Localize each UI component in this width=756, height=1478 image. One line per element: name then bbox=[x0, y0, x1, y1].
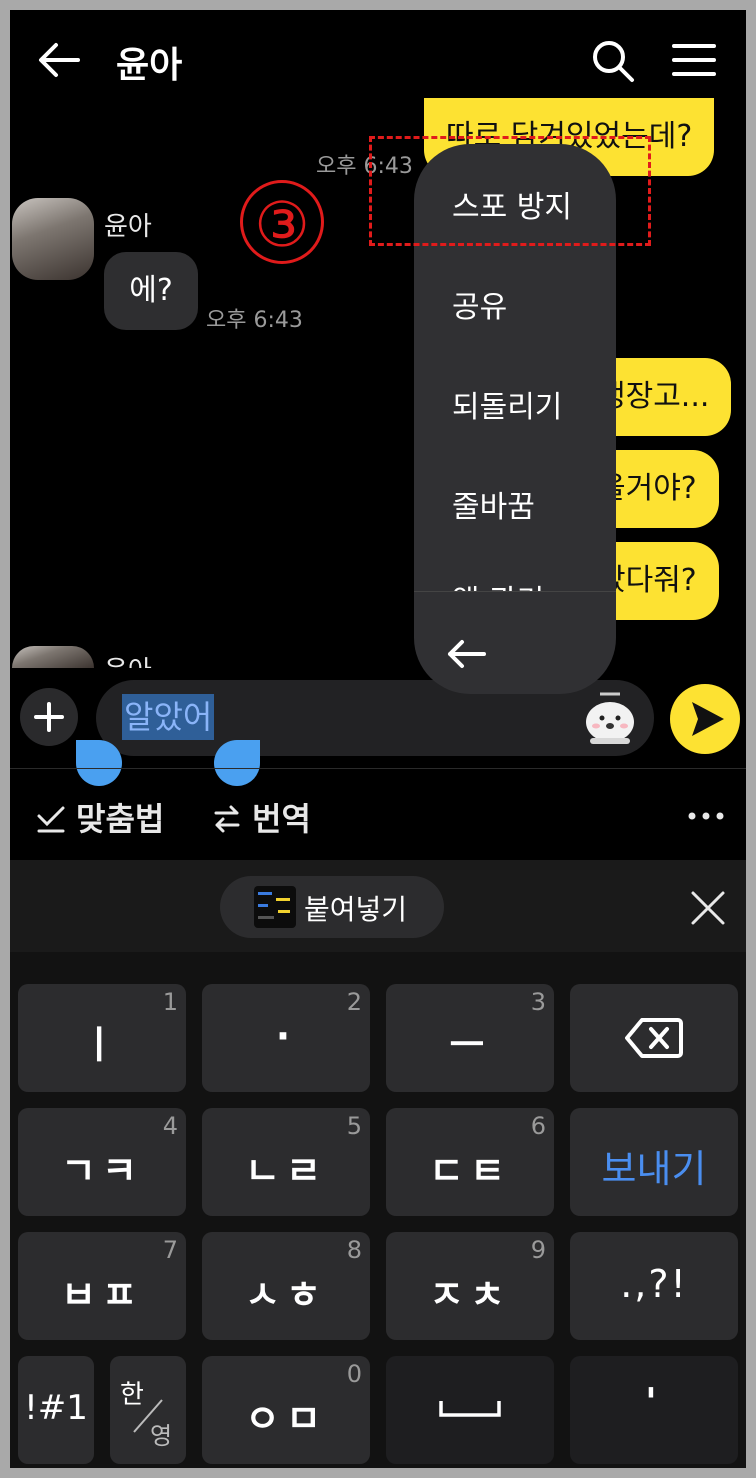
selection-handle-end[interactable] bbox=[214, 740, 260, 786]
selection-handle-start[interactable] bbox=[76, 740, 122, 786]
key-apostrophe[interactable]: ' bbox=[570, 1356, 738, 1464]
step-number-annotation: ③ bbox=[240, 180, 324, 264]
keyboard: 붙여넣기 1 ㅣ 2 · 3 ㅡ 4 ㄱㅋ 5 ㄴㄹ 6 ㄷㅌ 보내기 7 ㅂㅍ… bbox=[10, 860, 746, 1468]
clipboard-bar: 붙여넣기 bbox=[10, 860, 746, 952]
key-language-toggle[interactable]: 한 영 bbox=[110, 1356, 186, 1464]
attach-button[interactable] bbox=[20, 688, 78, 746]
paste-button[interactable]: 붙여넣기 bbox=[220, 876, 444, 938]
message-input-value[interactable]: 알았어 bbox=[122, 694, 215, 740]
emoticon-icon[interactable] bbox=[580, 686, 640, 748]
backspace-icon bbox=[625, 1018, 683, 1058]
sender-name: 윤아 bbox=[104, 212, 152, 242]
chat-screen: 윤아 따로 담겨있었는데? 오후 6:43 윤아 에? 오후 6:43 냉장고.… bbox=[10, 10, 746, 1468]
key-send[interactable]: 보내기 bbox=[570, 1108, 738, 1216]
key-symbols[interactable]: !#1 bbox=[18, 1356, 94, 1464]
avatar[interactable] bbox=[12, 646, 94, 668]
arrow-left-icon[interactable] bbox=[444, 634, 488, 674]
highlight-box-annotation bbox=[369, 136, 651, 246]
key-vowel-dot[interactable]: 2 · bbox=[202, 984, 370, 1092]
menu-divider bbox=[414, 591, 616, 592]
key-ieung-mieum[interactable]: 0 ㅇㅁ bbox=[202, 1356, 370, 1464]
arrow-left-icon[interactable] bbox=[36, 40, 82, 80]
plus-icon bbox=[34, 702, 64, 732]
sender-name: 윤아 bbox=[104, 650, 152, 668]
menu-item-app-settings[interactable]: 앱 관리 bbox=[452, 576, 544, 592]
send-icon bbox=[692, 702, 724, 736]
chat-header: 윤아 bbox=[10, 10, 746, 110]
search-icon[interactable] bbox=[590, 38, 636, 84]
key-siot-hieut[interactable]: 8 ㅅㅎ bbox=[202, 1232, 370, 1340]
key-giyeok-kieuk[interactable]: 4 ㄱㅋ bbox=[18, 1108, 186, 1216]
avatar[interactable] bbox=[12, 198, 94, 280]
menu-item-share[interactable]: 공유 bbox=[452, 282, 507, 326]
close-icon[interactable] bbox=[690, 890, 726, 926]
key-digeut-tieut[interactable]: 6 ㄷㅌ bbox=[386, 1108, 554, 1216]
message-time: 오후 6:43 bbox=[206, 308, 303, 333]
key-jieut-chieut[interactable]: 9 ㅈㅊ bbox=[386, 1232, 554, 1340]
paste-label: 붙여넣기 bbox=[304, 893, 408, 926]
key-backspace[interactable] bbox=[570, 984, 738, 1092]
translate-button[interactable]: 번역 bbox=[212, 794, 311, 840]
key-vowel-i[interactable]: 1 ㅣ bbox=[18, 984, 186, 1092]
spellcheck-button[interactable]: 맞춤법 bbox=[36, 794, 164, 840]
chat-title: 윤아 bbox=[116, 45, 183, 86]
send-button[interactable] bbox=[670, 684, 740, 754]
key-nieun-rieul[interactable]: 5 ㄴㄹ bbox=[202, 1108, 370, 1216]
check-icon bbox=[37, 806, 65, 833]
space-icon bbox=[439, 1401, 501, 1417]
divider bbox=[10, 768, 746, 769]
menu-item-undo[interactable]: 되돌리기 bbox=[452, 382, 562, 426]
menu-item-line-break[interactable]: 줄바꿈 bbox=[452, 482, 535, 526]
key-punctuation[interactable]: .,?! bbox=[570, 1232, 738, 1340]
clipboard-thumbnail bbox=[254, 886, 296, 928]
swap-arrows-icon bbox=[214, 805, 240, 833]
key-space[interactable] bbox=[386, 1356, 554, 1464]
more-horizontal-icon[interactable] bbox=[686, 810, 726, 822]
key-vowel-eu[interactable]: 3 ㅡ bbox=[386, 984, 554, 1092]
hamburger-menu-icon[interactable] bbox=[670, 40, 718, 80]
message-bubble-received[interactable]: 에? bbox=[104, 252, 198, 330]
key-bieup-pieup[interactable]: 7 ㅂㅍ bbox=[18, 1232, 186, 1340]
